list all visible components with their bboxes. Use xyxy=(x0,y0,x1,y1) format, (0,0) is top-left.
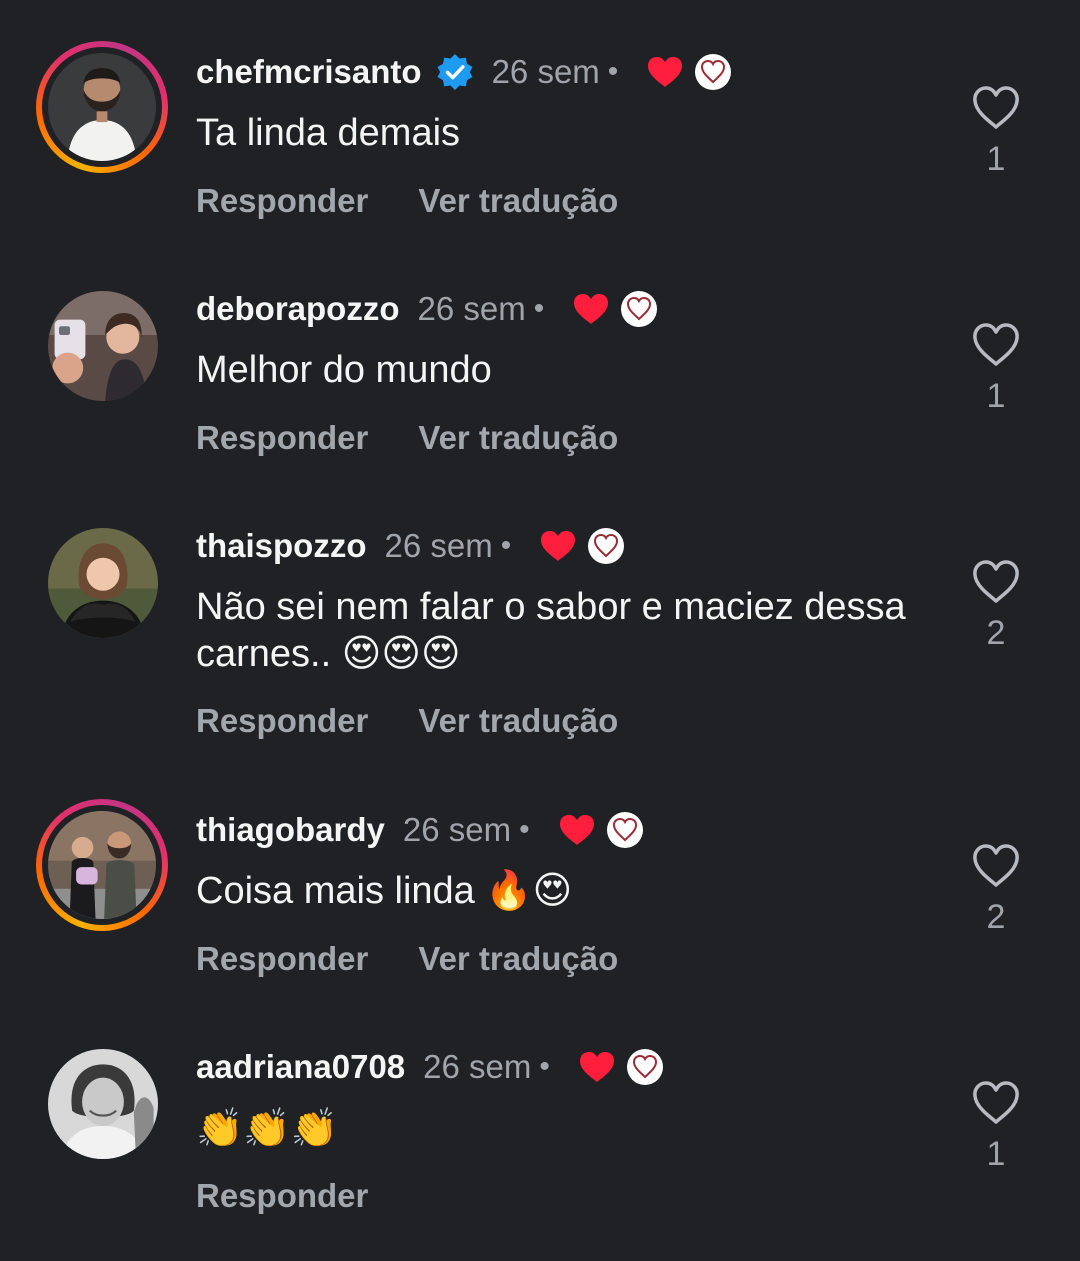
like-count: 2 xyxy=(986,898,1006,936)
avatar[interactable] xyxy=(48,1049,158,1159)
reply-button[interactable]: Responder xyxy=(196,419,368,457)
creator-like-icon xyxy=(606,811,644,849)
see-translation-button[interactable]: Ver tradução xyxy=(418,702,618,740)
creator-like-icon xyxy=(694,53,732,91)
timestamp: 26 sem xyxy=(423,1048,532,1085)
comment-text: Ta linda demais xyxy=(196,112,461,154)
avatar-image xyxy=(48,528,158,638)
like-heart-icon[interactable] xyxy=(971,86,1021,130)
reply-button[interactable]: Responder xyxy=(196,182,368,220)
timestamp: 26 sem xyxy=(402,811,512,848)
comment-text: Coisa mais linda 🔥😍 xyxy=(196,870,573,912)
like-column: 1 xyxy=(958,86,1034,179)
creator-like-icon xyxy=(626,1048,664,1086)
comment-meta: aadriana0708 26 sem • xyxy=(196,1041,664,1093)
separator-dot: • xyxy=(519,813,530,846)
avatar[interactable] xyxy=(36,799,168,931)
creator-heart-icon xyxy=(572,292,610,326)
reply-button[interactable]: Responder xyxy=(196,702,368,740)
verified-badge-icon xyxy=(436,53,474,91)
username[interactable]: chefmcrisanto xyxy=(196,53,422,91)
username[interactable]: deborapozzo xyxy=(196,290,400,328)
avatar[interactable] xyxy=(48,291,158,401)
timestamp: 26 sem xyxy=(491,53,600,90)
timestamp: 26 sem xyxy=(417,290,526,327)
like-count: 2 xyxy=(986,614,1006,652)
comment-actions: Responder Ver tradução xyxy=(196,702,618,740)
like-count: 1 xyxy=(986,1135,1006,1173)
username[interactable]: thaispozzo xyxy=(196,527,367,565)
like-column: 1 xyxy=(958,1081,1034,1174)
avatar[interactable] xyxy=(36,41,168,173)
separator-dot: • xyxy=(539,1050,550,1083)
timestamp: 26 sem xyxy=(384,527,493,564)
avatar-image xyxy=(48,1049,158,1159)
comments-list: chefmcrisanto 26 sem • Ta linda demais R… xyxy=(0,0,1080,1261)
like-column: 2 xyxy=(958,560,1034,653)
separator-dot: • xyxy=(607,55,619,88)
avatar-image xyxy=(48,53,156,161)
comment-text: Melhor do mundo xyxy=(196,349,492,391)
comment-actions: Responder xyxy=(196,1177,368,1215)
comment-actions: Responder Ver tradução xyxy=(196,182,618,220)
comment-text: Não sei nem falar o sabor e maciez dessa… xyxy=(196,586,906,675)
creator-heart-icon xyxy=(646,55,684,89)
like-heart-icon[interactable] xyxy=(971,1081,1021,1125)
creator-heart-icon xyxy=(539,529,577,563)
avatar-image xyxy=(48,291,158,401)
reply-button[interactable]: Responder xyxy=(196,1177,368,1215)
avatar[interactable] xyxy=(48,528,158,638)
comment-meta: chefmcrisanto 26 sem • xyxy=(196,46,732,98)
like-heart-icon[interactable] xyxy=(971,844,1021,888)
separator-dot: • xyxy=(500,529,512,562)
like-column: 1 xyxy=(958,323,1034,416)
creator-heart-icon xyxy=(578,1050,616,1084)
like-heart-icon[interactable] xyxy=(971,323,1021,367)
username[interactable]: aadriana0708 xyxy=(196,1048,405,1086)
see-translation-button[interactable]: Ver tradução xyxy=(418,419,618,457)
comment-actions: Responder Ver tradução xyxy=(196,419,618,457)
like-column: 2 xyxy=(958,844,1034,937)
like-heart-icon[interactable] xyxy=(971,560,1021,604)
comment-meta: deborapozzo 26 sem • xyxy=(196,283,658,335)
comment-meta: thaispozzo 26 sem • xyxy=(196,520,625,572)
comment-text: 👏👏👏 xyxy=(196,1106,338,1150)
like-count: 1 xyxy=(986,377,1006,415)
avatar-image xyxy=(48,811,156,919)
see-translation-button[interactable]: Ver tradução xyxy=(418,182,618,220)
creator-like-icon xyxy=(587,527,625,565)
username[interactable]: thiagobardy xyxy=(196,811,385,849)
separator-dot: • xyxy=(533,292,545,325)
creator-heart-icon xyxy=(558,813,596,847)
comment-meta: thiagobardy 26 sem • xyxy=(196,804,644,856)
like-count: 1 xyxy=(986,140,1006,178)
reply-button[interactable]: Responder xyxy=(196,940,368,978)
creator-like-icon xyxy=(620,290,658,328)
see-translation-button[interactable]: Ver tradução xyxy=(418,940,618,978)
comment-actions: Responder Ver tradução xyxy=(196,940,618,978)
